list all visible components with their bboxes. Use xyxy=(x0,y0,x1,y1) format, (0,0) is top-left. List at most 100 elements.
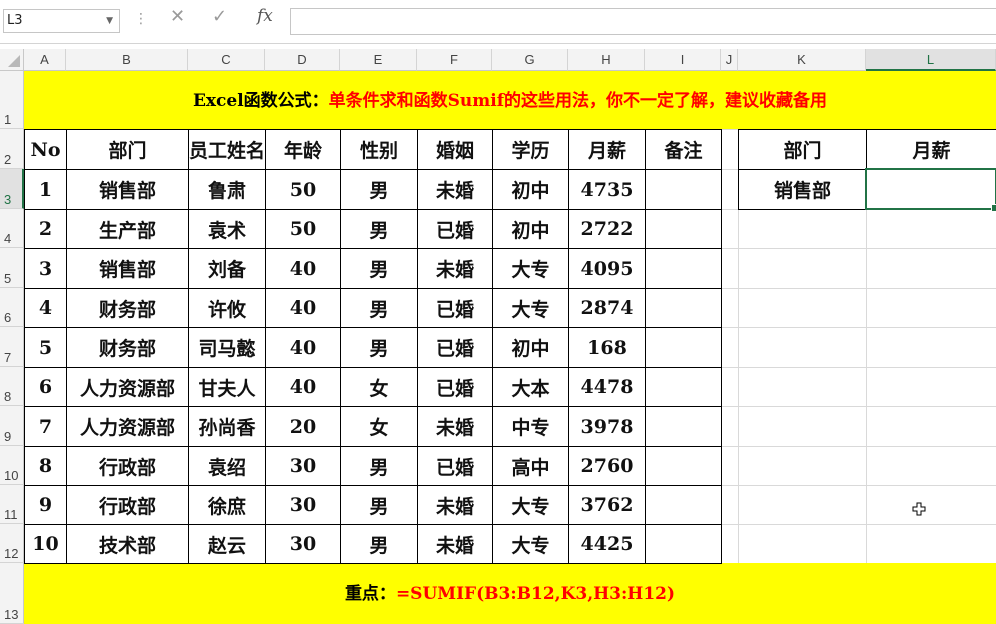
table-cell[interactable]: 男 xyxy=(340,446,418,486)
table-cell[interactable]: 男 xyxy=(340,327,418,368)
table-cell[interactable]: 鲁肃 xyxy=(188,169,266,210)
table-cell[interactable]: 10 xyxy=(24,524,67,564)
table-cell[interactable]: 未婚 xyxy=(417,524,493,564)
table-cell[interactable]: 已婚 xyxy=(417,327,493,368)
table-cell[interactable]: 5 xyxy=(24,327,67,368)
row-header-3[interactable]: 3 xyxy=(0,169,24,209)
name-box[interactable]: L3 ▼ xyxy=(3,9,120,33)
table-cell[interactable]: 大专 xyxy=(492,524,569,564)
row-header-13[interactable]: 13 xyxy=(0,563,24,624)
table-cell[interactable]: 初中 xyxy=(492,169,569,210)
table-cell[interactable]: 大专 xyxy=(492,485,569,525)
table-cell[interactable]: 赵云 xyxy=(188,524,266,564)
enter-icon[interactable]: ✓ xyxy=(212,6,227,27)
table-cell[interactable]: 财务部 xyxy=(66,327,189,368)
table-cell[interactable]: 行政部 xyxy=(66,485,189,525)
table-cell[interactable]: 初中 xyxy=(492,327,569,368)
table-cell[interactable] xyxy=(645,485,722,525)
table-cell[interactable]: 6 xyxy=(24,367,67,407)
table-cell[interactable]: 1 xyxy=(24,169,67,210)
table-cell[interactable]: 刘备 xyxy=(188,248,266,289)
table-cell[interactable]: 大专 xyxy=(492,288,569,328)
lookup-dept-value[interactable]: 销售部 xyxy=(738,169,867,210)
table-header-cell[interactable]: 月薪 xyxy=(568,129,646,170)
table-cell[interactable]: 男 xyxy=(340,248,418,289)
table-cell[interactable]: 3762 xyxy=(568,485,646,525)
table-cell[interactable]: 孙尚香 xyxy=(188,406,266,447)
table-cell[interactable]: 40 xyxy=(265,288,341,328)
table-cell[interactable]: 3978 xyxy=(568,406,646,447)
table-cell[interactable]: 40 xyxy=(265,327,341,368)
insert-function-icon[interactable]: fx xyxy=(257,6,273,26)
table-header-cell[interactable]: 婚姻 xyxy=(417,129,493,170)
table-cell[interactable]: 初中 xyxy=(492,209,569,249)
active-cell-l3[interactable] xyxy=(865,168,996,212)
table-cell[interactable]: 人力资源部 xyxy=(66,406,189,447)
table-cell[interactable]: 7 xyxy=(24,406,67,447)
table-header-cell[interactable]: 备注 xyxy=(645,129,722,170)
column-header-b[interactable]: B xyxy=(66,49,188,71)
table-cell[interactable]: 甘夫人 xyxy=(188,367,266,407)
table-cell[interactable]: 未婚 xyxy=(417,485,493,525)
table-cell[interactable]: 未婚 xyxy=(417,169,493,210)
table-cell[interactable]: 20 xyxy=(265,406,341,447)
table-cell[interactable]: 财务部 xyxy=(66,288,189,328)
table-cell[interactable]: 40 xyxy=(265,367,341,407)
table-cell[interactable]: 行政部 xyxy=(66,446,189,486)
table-cell[interactable]: 徐庶 xyxy=(188,485,266,525)
table-cell[interactable]: 50 xyxy=(265,169,341,210)
select-all-corner[interactable] xyxy=(0,49,24,71)
table-cell[interactable] xyxy=(645,406,722,447)
lookup-header-dept[interactable]: 部门 xyxy=(738,129,867,170)
table-cell[interactable]: 男 xyxy=(340,169,418,210)
column-header-j[interactable]: J xyxy=(721,49,738,71)
cancel-icon[interactable]: ✕ xyxy=(170,6,185,27)
column-header-c[interactable]: C xyxy=(188,49,265,71)
table-cell[interactable]: 许攸 xyxy=(188,288,266,328)
table-cell[interactable]: 男 xyxy=(340,209,418,249)
table-cell[interactable]: 女 xyxy=(340,406,418,447)
table-cell[interactable] xyxy=(645,327,722,368)
chevron-down-icon[interactable]: ▼ xyxy=(106,10,113,32)
table-header-cell[interactable]: 员工姓名 xyxy=(188,129,266,170)
row-header-1[interactable]: 1 xyxy=(0,71,24,129)
row-header-11[interactable]: 11 xyxy=(0,485,24,524)
table-cell[interactable]: 40 xyxy=(265,248,341,289)
row-header-6[interactable]: 6 xyxy=(0,288,24,327)
table-cell[interactable]: 大专 xyxy=(492,248,569,289)
table-cell[interactable]: 销售部 xyxy=(66,169,189,210)
table-cell[interactable]: 2722 xyxy=(568,209,646,249)
column-header-d[interactable]: D xyxy=(265,49,340,71)
table-cell[interactable]: 男 xyxy=(340,485,418,525)
table-cell[interactable]: 销售部 xyxy=(66,248,189,289)
table-cell[interactable]: 4 xyxy=(24,288,67,328)
table-header-cell[interactable]: 性别 xyxy=(340,129,418,170)
table-cell[interactable]: 4095 xyxy=(568,248,646,289)
row-header-10[interactable]: 10 xyxy=(0,446,24,485)
table-cell[interactable]: 30 xyxy=(265,446,341,486)
table-cell[interactable]: 已婚 xyxy=(417,209,493,249)
table-cell[interactable] xyxy=(645,446,722,486)
table-cell[interactable]: 2874 xyxy=(568,288,646,328)
table-cell[interactable]: 已婚 xyxy=(417,367,493,407)
column-header-k[interactable]: K xyxy=(738,49,866,71)
table-cell[interactable]: 4735 xyxy=(568,169,646,210)
table-cell[interactable]: 男 xyxy=(340,288,418,328)
table-cell[interactable]: 8 xyxy=(24,446,67,486)
table-cell[interactable]: 已婚 xyxy=(417,288,493,328)
column-header-l[interactable]: L xyxy=(866,49,996,71)
row-header-5[interactable]: 5 xyxy=(0,248,24,288)
table-cell[interactable]: 168 xyxy=(568,327,646,368)
table-header-cell[interactable]: No xyxy=(24,129,67,170)
table-cell[interactable]: 生产部 xyxy=(66,209,189,249)
row-header-7[interactable]: 7 xyxy=(0,327,24,367)
column-header-i[interactable]: I xyxy=(645,49,721,71)
table-cell[interactable]: 大本 xyxy=(492,367,569,407)
table-header-cell[interactable]: 部门 xyxy=(66,129,189,170)
table-cell[interactable]: 人力资源部 xyxy=(66,367,189,407)
table-cell[interactable]: 50 xyxy=(265,209,341,249)
table-cell[interactable]: 4425 xyxy=(568,524,646,564)
table-cell[interactable]: 未婚 xyxy=(417,248,493,289)
table-cell[interactable]: 袁术 xyxy=(188,209,266,249)
lookup-header-salary[interactable]: 月薪 xyxy=(866,129,996,170)
